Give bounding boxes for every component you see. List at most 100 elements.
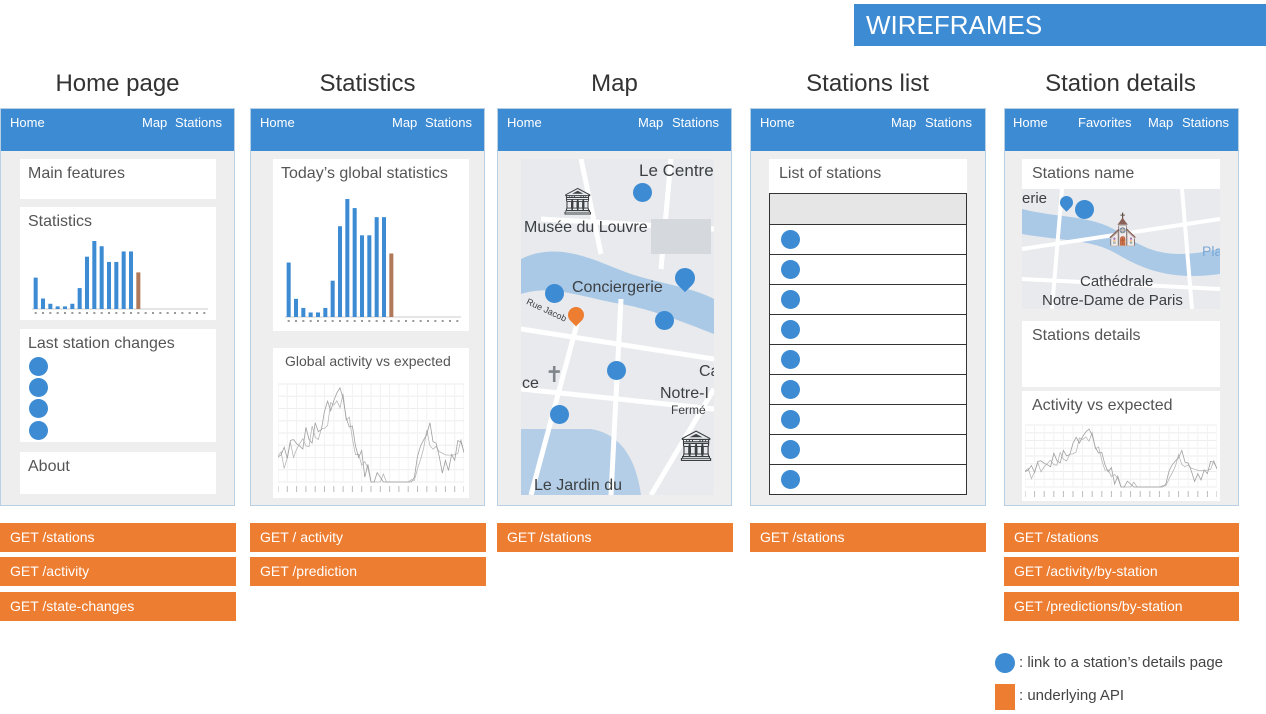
x-tick	[278, 486, 279, 492]
x-tick	[419, 320, 422, 322]
api-get-activity: GET / activity	[250, 523, 486, 552]
x-tick	[144, 312, 147, 314]
station-link-dot[interactable]	[781, 440, 800, 459]
bar	[381, 217, 387, 317]
nav-favorites-link[interactable]: Favorites	[1078, 115, 1131, 130]
station-marker[interactable]	[633, 183, 652, 202]
about-card[interactable]: About	[20, 452, 216, 494]
x-tick	[398, 486, 400, 492]
map-label: Notre-I	[660, 385, 709, 402]
x-tick	[405, 320, 407, 322]
station-marker[interactable]	[550, 405, 569, 424]
bar	[114, 261, 119, 309]
nav-bar: Home Map Stations	[1, 109, 234, 151]
nav-map-link[interactable]: Map	[891, 115, 916, 130]
table-row[interactable]	[770, 284, 966, 314]
table-row[interactable]	[770, 434, 966, 464]
station-link-dot[interactable]	[781, 380, 800, 399]
x-tick	[108, 312, 110, 314]
x-tick	[444, 486, 446, 492]
card-title: Today’s global statistics	[281, 165, 448, 182]
station-marker[interactable]	[607, 361, 626, 380]
table-row[interactable]	[770, 224, 966, 254]
nav-map-link[interactable]: Map	[638, 115, 663, 130]
nav-stations-link[interactable]: Stations	[672, 115, 719, 130]
station-link-dot[interactable]	[781, 260, 800, 279]
stations-list-wireframe: Home Map Stations List of stations	[750, 108, 986, 506]
x-tick	[331, 320, 334, 322]
table-row[interactable]	[770, 404, 966, 434]
x-tick	[71, 312, 74, 314]
nav-home-link[interactable]: Home	[507, 115, 542, 130]
table-row[interactable]	[770, 314, 966, 344]
nav-map-link[interactable]: Map	[142, 115, 167, 130]
x-tick	[339, 320, 341, 322]
station-marker[interactable]	[545, 284, 564, 303]
station-link-dot[interactable]	[781, 290, 800, 309]
nav-home-link[interactable]: Home	[1013, 115, 1048, 130]
bar	[359, 235, 365, 317]
bar	[48, 303, 53, 309]
nav-home-link[interactable]: Home	[760, 115, 795, 130]
x-tick	[324, 320, 327, 322]
nav-map-link[interactable]: Map	[1148, 115, 1173, 130]
table-row[interactable]	[770, 464, 966, 494]
api-get-predictions-by-station: GET /predictions/by-station	[1004, 592, 1239, 621]
nav-stations-link[interactable]: Stations	[925, 115, 972, 130]
monument-icon: 🏛	[677, 430, 714, 463]
x-tick	[1139, 491, 1141, 497]
x-tick	[137, 312, 140, 314]
x-tick	[1158, 491, 1160, 497]
x-tick	[305, 486, 307, 492]
map-label: Le Centre	[639, 161, 714, 180]
x-tick	[1149, 491, 1151, 497]
nav-stations-link[interactable]: Stations	[175, 115, 222, 130]
bar	[121, 251, 126, 309]
table-row[interactable]	[770, 344, 966, 374]
bar	[70, 303, 75, 309]
legend-api-swatch	[995, 684, 1015, 710]
table-row[interactable]	[770, 374, 966, 404]
map-wireframe: Home Map Stations Le Centre Musée du Lou…	[497, 108, 732, 506]
nav-map-link[interactable]: Map	[392, 115, 417, 130]
station-link-dot[interactable]	[29, 421, 48, 440]
bar	[345, 199, 350, 317]
x-tick	[389, 486, 391, 492]
bar	[77, 288, 82, 309]
station-link-dot[interactable]	[781, 230, 800, 249]
station-marker[interactable]	[1075, 200, 1094, 219]
x-tick	[1034, 491, 1036, 497]
x-tick	[130, 312, 132, 314]
station-marker[interactable]	[655, 311, 674, 330]
station-link-dot[interactable]	[29, 357, 48, 376]
statistics-card[interactable]: Statistics	[20, 207, 216, 320]
card-title: About	[28, 458, 70, 475]
stations-map[interactable]: Le Centre Musée du Louvre Conciergerie R…	[521, 159, 714, 495]
x-tick	[434, 320, 437, 322]
nav-home-link[interactable]: Home	[10, 115, 45, 130]
nav-stations-link[interactable]: Stations	[1182, 115, 1229, 130]
nav-home-link[interactable]: Home	[260, 115, 295, 130]
x-tick	[1187, 491, 1189, 497]
x-tick	[435, 486, 437, 492]
map-label: Conciergerie	[572, 279, 663, 296]
station-link-dot[interactable]	[781, 350, 800, 369]
card-title: Activity vs expected	[1032, 397, 1173, 414]
statistics-wireframe: Home Map Stations Today’s global statist…	[250, 108, 485, 506]
station-link-dot[interactable]	[781, 410, 800, 429]
x-tick	[1091, 491, 1093, 497]
station-link-dot[interactable]	[781, 320, 800, 339]
station-link-dot[interactable]	[781, 470, 800, 489]
x-tick	[159, 312, 162, 314]
x-tick	[181, 312, 184, 314]
station-link-dot[interactable]	[29, 378, 48, 397]
stations-table	[769, 193, 967, 495]
x-tick	[1053, 491, 1055, 497]
x-tick	[42, 312, 44, 314]
station-link-dot[interactable]	[29, 399, 48, 418]
card-title: Stations name	[1032, 165, 1135, 182]
nav-stations-link[interactable]: Stations	[425, 115, 472, 130]
bar	[106, 261, 112, 309]
table-row[interactable]	[770, 254, 966, 284]
x-tick	[346, 320, 349, 322]
